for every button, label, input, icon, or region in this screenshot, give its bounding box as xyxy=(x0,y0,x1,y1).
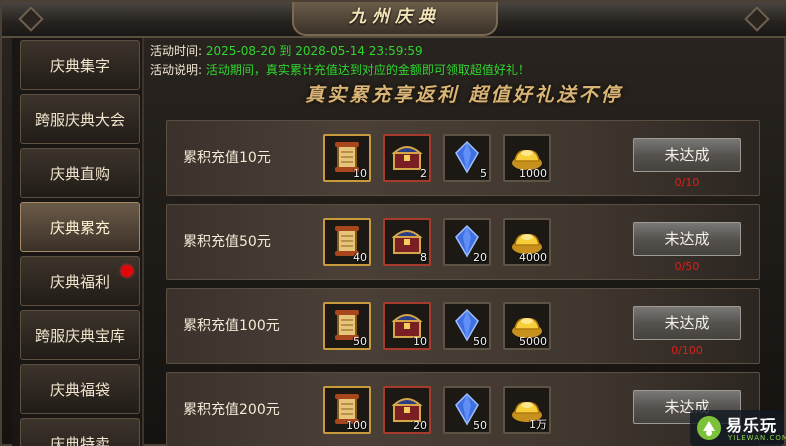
promo-banner: 真实累充享返利 超值好礼送不停 xyxy=(305,84,623,106)
game-window: 九州庆典 庆典集字 跨服庆典大会 庆典直购 庆典累充 庆典福利 跨服庆典宝库 庆… xyxy=(0,0,786,446)
item-count: 50 xyxy=(353,335,367,348)
activity-time: 活动时间: 2025-08-20 到 2028-05-14 23:59:59 xyxy=(150,42,423,59)
scroll-icon[interactable]: 10 xyxy=(323,134,371,182)
gold-ingot-icon[interactable]: 1万 xyxy=(503,386,551,434)
watermark-text: 易乐玩 xyxy=(726,416,778,435)
gold-ingot-icon[interactable]: 5000 xyxy=(503,302,551,350)
sidebar-item-cumulative-recharge[interactable]: 庆典累充 xyxy=(20,202,140,252)
progress-text: 0/50 xyxy=(674,260,700,273)
sidebar-item-label: 庆典累充 xyxy=(49,219,110,237)
treasure-chest-icon[interactable]: 8 xyxy=(383,218,431,266)
sidebar-item-label: 庆典集字 xyxy=(49,57,110,75)
main-panel: 活动时间: 2025-08-20 到 2028-05-14 23:59:59 活… xyxy=(148,38,780,446)
activity-time-label: 活动时间: xyxy=(150,44,203,58)
scroll-icon[interactable]: 100 xyxy=(323,386,371,434)
reward-row: 累积充值10元 10 2 5 1000 未达成 0/10 xyxy=(166,120,760,196)
progress-text: 0/100 xyxy=(671,344,703,357)
gold-ingot-icon[interactable]: 4000 xyxy=(503,218,551,266)
title-bar: 九州庆典 xyxy=(2,2,786,38)
claim-button[interactable]: 未达成 xyxy=(633,222,741,256)
claim-button[interactable]: 未达成 xyxy=(633,306,741,340)
item-count: 50 xyxy=(473,419,487,432)
title-ornament-left xyxy=(18,6,44,32)
sidebar-item-cross-server-assembly[interactable]: 跨服庆典大会 xyxy=(20,94,140,144)
item-count: 50 xyxy=(473,335,487,348)
item-count: 4000 xyxy=(519,251,547,264)
blue-gem-icon[interactable]: 5 xyxy=(443,134,491,182)
title-ornament-right xyxy=(744,6,770,32)
item-count: 1000 xyxy=(519,167,547,180)
sidebar-item-label: 跨服庆典大会 xyxy=(34,111,125,129)
activity-desc-label: 活动说明: xyxy=(150,63,203,77)
sidebar: 庆典集字 跨服庆典大会 庆典直购 庆典累充 庆典福利 跨服庆典宝库 庆典福袋 庆… xyxy=(12,38,144,446)
sidebar-item-special-sale[interactable]: 庆典特卖 xyxy=(20,418,140,446)
sidebar-item-label: 庆典特卖 xyxy=(49,435,110,446)
item-count: 5 xyxy=(480,167,487,180)
sidebar-item-label: 庆典直购 xyxy=(49,165,110,183)
watermark-logo: 易乐玩 YILEWAN.COM xyxy=(690,410,786,446)
sidebar-item-collect-words[interactable]: 庆典集字 xyxy=(20,40,140,90)
item-count: 5000 xyxy=(519,335,547,348)
item-count: 10 xyxy=(353,167,367,180)
sidebar-item-direct-purchase[interactable]: 庆典直购 xyxy=(20,148,140,198)
blue-gem-icon[interactable]: 20 xyxy=(443,218,491,266)
sidebar-item-label: 庆典福利 xyxy=(49,273,110,291)
watermark-icon xyxy=(697,416,721,440)
sidebar-item-welfare[interactable]: 庆典福利 xyxy=(20,256,140,306)
claim-button[interactable]: 未达成 xyxy=(633,138,741,172)
treasure-chest-icon[interactable]: 2 xyxy=(383,134,431,182)
title-plate: 九州庆典 xyxy=(292,2,498,36)
reward-row: 累积充值50元 40 8 20 4000 未达成 0/50 xyxy=(166,204,760,280)
scroll-icon[interactable]: 50 xyxy=(323,302,371,350)
item-count: 2 xyxy=(420,167,427,180)
progress-text: 0/10 xyxy=(674,176,700,189)
blue-gem-icon[interactable]: 50 xyxy=(443,386,491,434)
sidebar-item-lucky-bag[interactable]: 庆典福袋 xyxy=(20,364,140,414)
item-count: 100 xyxy=(346,419,367,432)
sidebar-item-label: 跨服庆典宝库 xyxy=(34,327,125,345)
reward-row: 累积充值100元 50 10 50 5000 未达成 0/100 xyxy=(166,288,760,364)
activity-time-value: 2025-08-20 到 2028-05-14 23:59:59 xyxy=(205,44,423,58)
sidebar-item-label: 庆典福袋 xyxy=(49,381,110,399)
blue-gem-icon[interactable]: 50 xyxy=(443,302,491,350)
treasure-chest-icon[interactable]: 10 xyxy=(383,302,431,350)
gold-ingot-icon[interactable]: 1000 xyxy=(503,134,551,182)
watermark-subtext: YILEWAN.COM xyxy=(728,434,786,442)
activity-description: 活动说明: 活动期间，真实累计充值达到对应的金额即可领取超值好礼！ xyxy=(150,61,530,78)
reward-tier-label: 累积充值100元 xyxy=(183,318,280,334)
notification-dot xyxy=(121,265,133,277)
sidebar-item-cross-server-vault[interactable]: 跨服庆典宝库 xyxy=(20,310,140,360)
activity-desc-value: 活动期间，真实累计充值达到对应的金额即可领取超值好礼！ xyxy=(205,63,530,77)
treasure-chest-icon[interactable]: 20 xyxy=(383,386,431,434)
item-count: 20 xyxy=(413,419,427,432)
window-title: 九州庆典 xyxy=(349,7,441,27)
reward-tier-label: 累积充值10元 xyxy=(183,150,271,166)
item-count: 40 xyxy=(353,251,367,264)
scroll-icon[interactable]: 40 xyxy=(323,218,371,266)
reward-tier-label: 累积充值50元 xyxy=(183,234,271,250)
item-count: 10 xyxy=(413,335,427,348)
item-count: 8 xyxy=(420,251,427,264)
item-count: 1万 xyxy=(529,418,547,431)
item-count: 20 xyxy=(473,251,487,264)
reward-tier-label: 累积充值200元 xyxy=(183,402,280,418)
reward-row: 累积充值200元 100 20 50 1万 未达成 xyxy=(166,372,760,446)
